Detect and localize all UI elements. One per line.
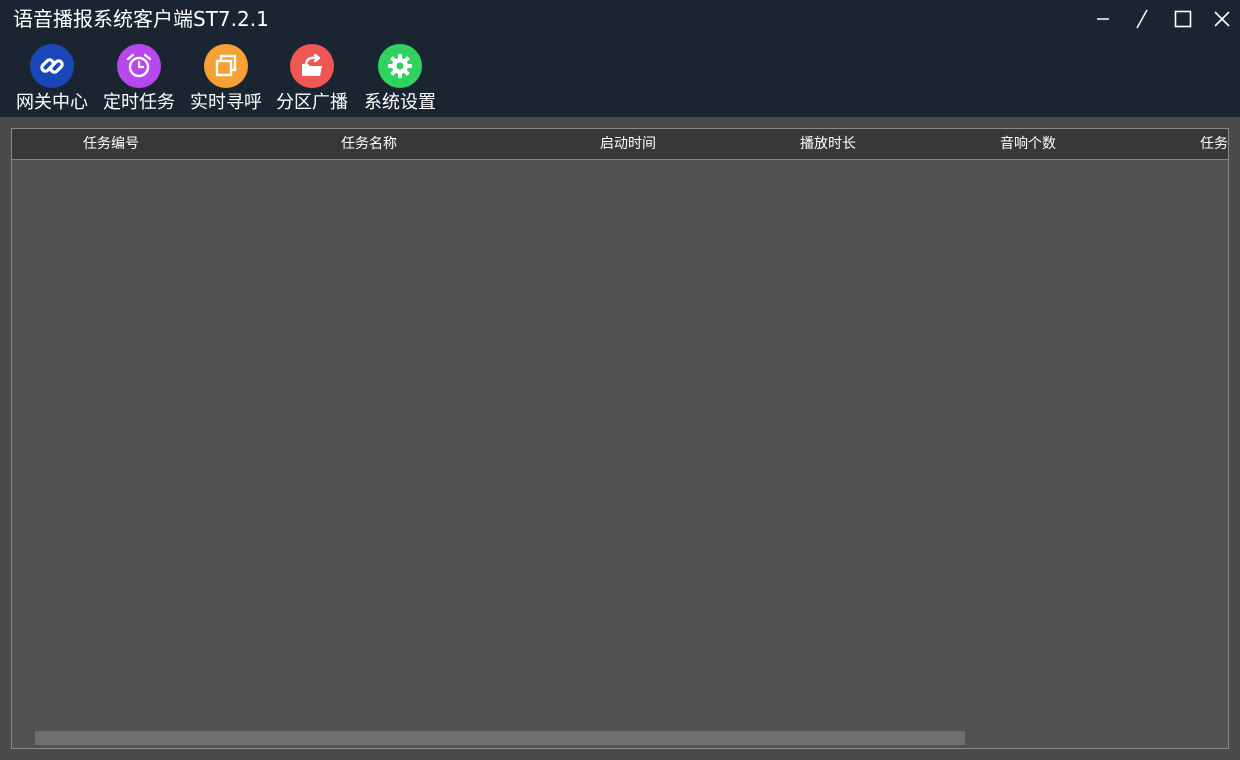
- column-header-task-name[interactable]: 任务名称: [341, 129, 397, 159]
- close-button[interactable]: [1204, 4, 1240, 34]
- minimize-button[interactable]: [1085, 4, 1121, 34]
- folder-share-icon: [290, 44, 334, 88]
- toolbar-label: 系统设置: [364, 92, 436, 113]
- window-title: 语音播报系统客户端ST7.2.1: [13, 7, 269, 31]
- toolbar-label: 实时寻呼: [190, 92, 262, 113]
- task-table: 任务编号 任务名称 启动时间 播放时长 音响个数 任务: [11, 128, 1229, 749]
- column-header-duration[interactable]: 播放时长: [800, 129, 856, 159]
- gear-icon: [378, 44, 422, 88]
- alarm-clock-icon: [117, 44, 161, 88]
- toolbar-realtime-paging[interactable]: 实时寻呼: [181, 42, 271, 114]
- table-header: 任务编号 任务名称 启动时间 播放时长 音响个数 任务: [12, 129, 1228, 160]
- toolbar-gateway-center[interactable]: 网关中心: [7, 42, 97, 114]
- link-icon: [30, 44, 74, 88]
- toolbar-scheduled-tasks[interactable]: 定时任务: [94, 42, 184, 114]
- toolbar-system-settings[interactable]: 系统设置: [355, 42, 445, 114]
- maximize-button[interactable]: [1165, 4, 1201, 34]
- toolbar-label: 定时任务: [103, 92, 175, 113]
- minimize-icon: [1097, 18, 1109, 20]
- horizontal-scrollbar[interactable]: [35, 731, 965, 745]
- close-icon: [1214, 11, 1230, 27]
- windows-icon: [204, 44, 248, 88]
- pin-button[interactable]: [1124, 4, 1160, 34]
- column-header-speaker-count[interactable]: 音响个数: [1000, 129, 1056, 159]
- title-bar: 语音播报系统客户端ST7.2.1 网关中心 定时任务 实时寻呼 分区广播 系统设…: [0, 0, 1240, 117]
- column-header-start-time[interactable]: 启动时间: [600, 129, 656, 159]
- toolbar-label: 分区广播: [276, 92, 348, 113]
- column-header-task-more[interactable]: 任务: [1200, 129, 1228, 159]
- toolbar-zone-broadcast[interactable]: 分区广播: [267, 42, 357, 114]
- maximize-icon: [1174, 10, 1192, 28]
- pin-icon: [1136, 9, 1148, 29]
- column-header-task-id[interactable]: 任务编号: [83, 129, 139, 159]
- toolbar-label: 网关中心: [16, 92, 88, 113]
